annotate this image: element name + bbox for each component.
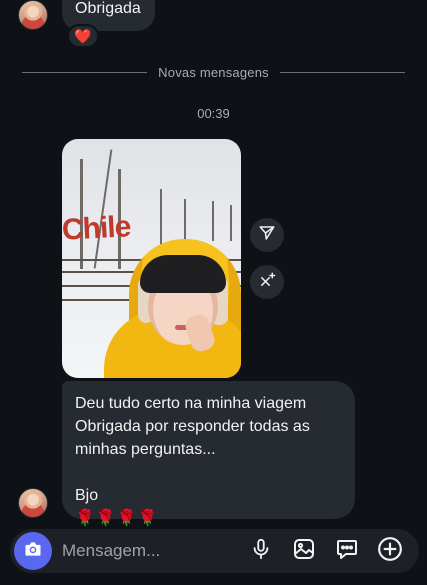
camera-icon bbox=[23, 539, 43, 564]
sender-avatar[interactable] bbox=[18, 488, 48, 518]
divider-label: Novas mensagens bbox=[158, 64, 269, 80]
camera-button[interactable] bbox=[14, 532, 52, 570]
message-text: Deu tudo certo na minha viagem Obrigada … bbox=[75, 395, 310, 504]
chat-screen: Obrigada ❤️ Novas mensagens 00:39 Chile bbox=[0, 0, 427, 585]
gallery-button[interactable] bbox=[289, 536, 319, 566]
message-text: Obrigada bbox=[75, 0, 141, 17]
ai-edit-button[interactable] bbox=[250, 265, 284, 299]
heart-icon: ❤️ bbox=[74, 27, 92, 44]
rose-emojis: 🌹🌹🌹🌹 bbox=[75, 510, 159, 527]
message-composer: Mensagem... bbox=[10, 529, 419, 573]
new-messages-divider: Novas mensagens bbox=[22, 62, 406, 82]
plus-icon bbox=[377, 536, 403, 567]
gallery-icon bbox=[292, 537, 316, 566]
photo-sign: Chile bbox=[62, 210, 132, 247]
divider-line bbox=[22, 71, 148, 73]
message-bubble[interactable]: Deu tudo certo na minha viagem Obrigada … bbox=[62, 381, 355, 527]
divider-line bbox=[279, 71, 406, 73]
sticker-button[interactable] bbox=[332, 536, 362, 566]
add-button[interactable] bbox=[375, 536, 405, 566]
microphone-icon bbox=[250, 537, 272, 566]
sticker-icon bbox=[335, 537, 359, 566]
sender-avatar[interactable] bbox=[18, 0, 48, 30]
share-button[interactable] bbox=[250, 218, 284, 252]
photo-message[interactable]: Chile bbox=[62, 139, 241, 378]
message-timestamp: 00:39 bbox=[197, 106, 230, 121]
message-input[interactable]: Mensagem... bbox=[62, 541, 233, 561]
ai-edit-icon bbox=[258, 271, 276, 294]
microphone-button[interactable] bbox=[246, 536, 276, 566]
share-icon bbox=[258, 224, 276, 247]
heart-reaction[interactable]: ❤️ bbox=[67, 24, 99, 48]
